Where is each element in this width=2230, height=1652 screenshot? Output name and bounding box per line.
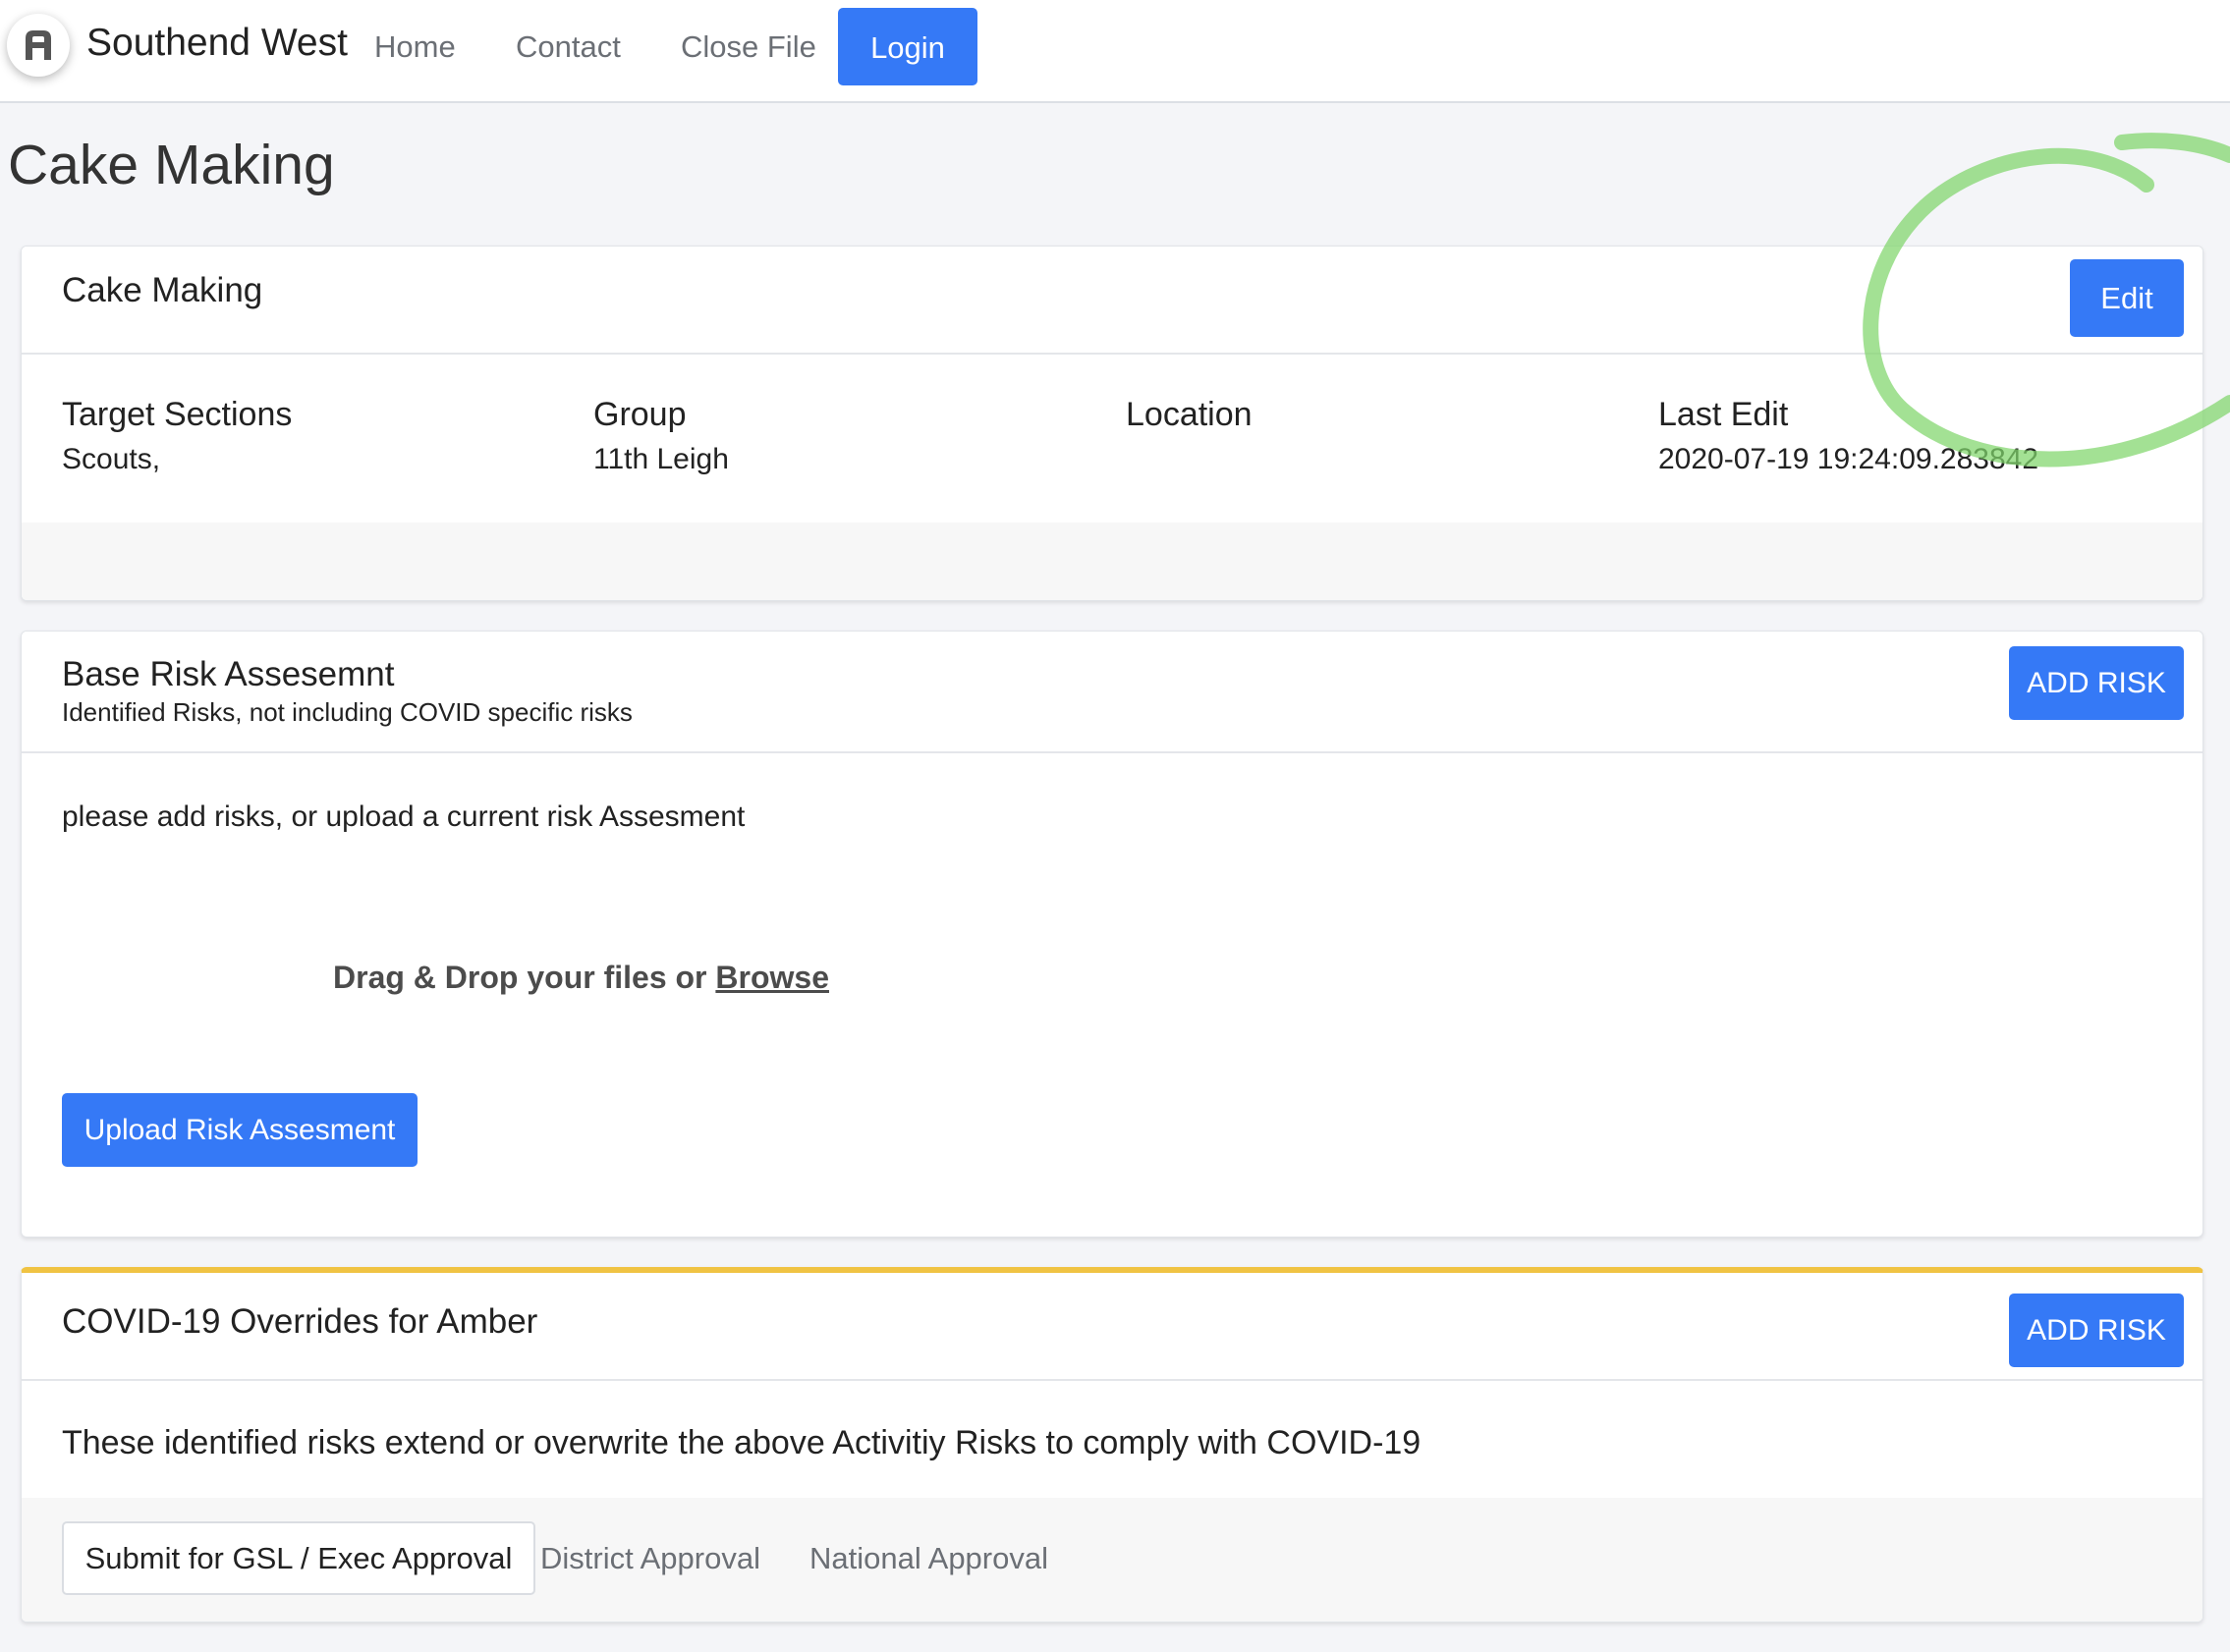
group-value: 11th Leigh xyxy=(593,443,729,475)
add-base-risk-button[interactable]: ADD RISK xyxy=(2009,646,2184,720)
covid-card-title: COVID-19 Overrides for Amber xyxy=(62,1302,538,1341)
upload-risk-assessment-button[interactable]: Upload Risk Assesment xyxy=(62,1093,418,1167)
group-label: Group xyxy=(593,396,687,433)
dropzone-text: Drag & Drop your files or xyxy=(333,960,716,995)
activity-details-card: Cake Making Edit Target Sections Scouts,… xyxy=(21,246,2203,601)
add-covid-risk-button[interactable]: ADD RISK xyxy=(2009,1294,2184,1367)
tab-district-approval[interactable]: District Approval xyxy=(540,1521,760,1595)
page-title: Cake Making xyxy=(8,134,335,196)
base-risk-card-header: Base Risk Assesemnt Identified Risks, no… xyxy=(22,632,2202,753)
last-edit-label: Last Edit xyxy=(1658,396,1789,433)
edit-button[interactable]: Edit xyxy=(2070,259,2184,337)
activity-card-header: Cake Making Edit xyxy=(22,247,2202,355)
brand-name[interactable]: Southend West xyxy=(86,22,348,65)
location-label: Location xyxy=(1126,396,1253,433)
covid-message: These identified risks extend or overwri… xyxy=(62,1424,1422,1461)
app-logo-icon[interactable] xyxy=(7,14,70,77)
activity-card-footer xyxy=(22,523,2202,600)
base-risk-title: Base Risk Assesemnt xyxy=(62,655,395,693)
file-dropzone[interactable]: Drag & Drop your files or Browse xyxy=(333,960,829,996)
nav-link-close-file[interactable]: Close File xyxy=(681,29,816,65)
nav-link-contact[interactable]: Contact xyxy=(516,29,621,65)
browse-link[interactable]: Browse xyxy=(715,960,829,995)
target-sections-value: Scouts, xyxy=(62,443,161,475)
approval-tabs: Submit for GSL / Exec Approval District … xyxy=(22,1498,2202,1622)
tab-submit-gsl-approval[interactable]: Submit for GSL / Exec Approval xyxy=(62,1521,535,1595)
base-risk-card: Base Risk Assesemnt Identified Risks, no… xyxy=(21,631,2203,1238)
base-risk-subtitle: Identified Risks, not including COVID sp… xyxy=(62,697,633,727)
login-button[interactable]: Login xyxy=(838,8,977,85)
top-navbar: Southend West Home Contact Close File Lo… xyxy=(0,0,2230,103)
base-risk-message: please add risks, or upload a current ri… xyxy=(62,800,746,833)
nav-link-home[interactable]: Home xyxy=(374,29,456,65)
last-edit-value: 2020-07-19 19:24:09.283842 xyxy=(1658,443,2039,475)
target-sections-label: Target Sections xyxy=(62,396,293,433)
tab-national-approval[interactable]: National Approval xyxy=(809,1521,1048,1595)
covid-card-header: COVID-19 Overrides for Amber ADD RISK xyxy=(22,1273,2202,1381)
covid-overrides-card: COVID-19 Overrides for Amber ADD RISK Th… xyxy=(21,1267,2203,1623)
activity-card-title: Cake Making xyxy=(62,271,263,309)
